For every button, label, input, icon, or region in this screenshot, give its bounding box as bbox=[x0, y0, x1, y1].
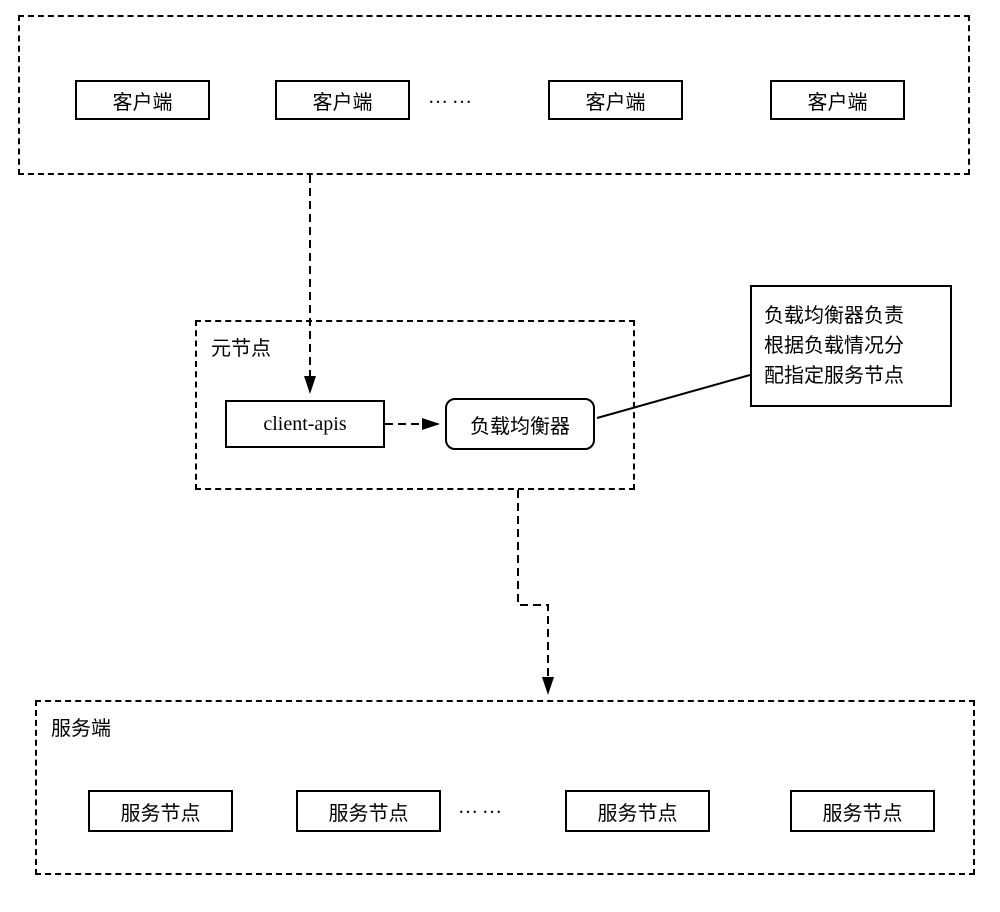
client-box: 客户端 bbox=[548, 80, 683, 120]
note-line: 负载均衡器负责 bbox=[764, 301, 938, 331]
client-box: 客户端 bbox=[770, 80, 905, 120]
client-label: 客户端 bbox=[586, 86, 646, 115]
server-node-box: 服务节点 bbox=[565, 790, 710, 832]
server-node-box: 服务节点 bbox=[88, 790, 233, 832]
note-line: 配指定服务节点 bbox=[764, 361, 938, 391]
arrow-meta-to-server bbox=[518, 490, 548, 693]
note-line: 根据负载情况分 bbox=[764, 331, 938, 361]
server-node-label: 服务节点 bbox=[121, 797, 201, 826]
server-node-box: 服务节点 bbox=[296, 790, 441, 832]
client-box: 客户端 bbox=[75, 80, 210, 120]
server-label: 服务端 bbox=[51, 712, 959, 741]
server-node-box: 服务节点 bbox=[790, 790, 935, 832]
note-box: 负载均衡器负责 根据负载情况分 配指定服务节点 bbox=[750, 285, 952, 407]
clients-ellipsis: …… bbox=[428, 86, 476, 109]
client-apis-box: client-apis bbox=[225, 400, 385, 448]
client-label: 客户端 bbox=[313, 86, 373, 115]
meta-node-label: 元节点 bbox=[211, 332, 619, 361]
load-balancer-box: 负载均衡器 bbox=[445, 398, 595, 450]
client-box: 客户端 bbox=[275, 80, 410, 120]
server-node-label: 服务节点 bbox=[823, 797, 903, 826]
load-balancer-label: 负载均衡器 bbox=[470, 410, 570, 439]
server-container: 服务端 bbox=[35, 700, 975, 875]
server-node-label: 服务节点 bbox=[329, 797, 409, 826]
server-ellipsis: …… bbox=[458, 796, 506, 819]
client-apis-label: client-apis bbox=[263, 413, 346, 436]
client-label: 客户端 bbox=[808, 86, 868, 115]
server-node-label: 服务节点 bbox=[598, 797, 678, 826]
client-label: 客户端 bbox=[113, 86, 173, 115]
